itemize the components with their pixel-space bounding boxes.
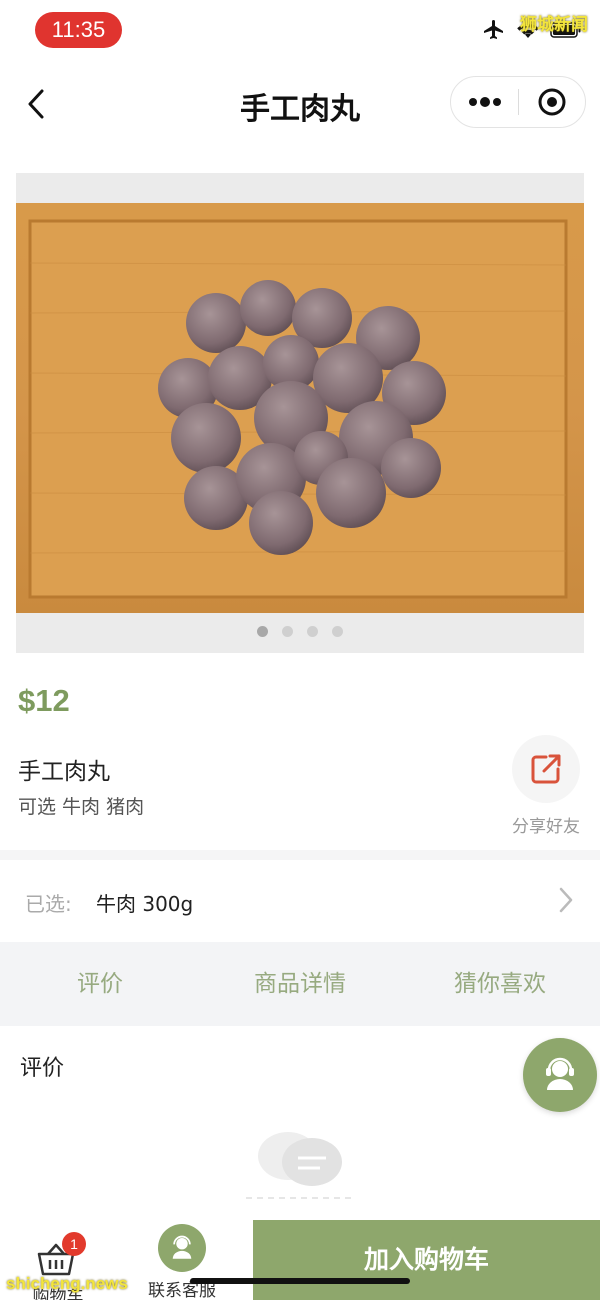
- airplane-icon: [484, 20, 503, 39]
- spec-selection-row[interactable]: 已选: 牛肉 300g: [0, 860, 600, 940]
- carousel-dot[interactable]: [307, 626, 318, 637]
- carousel-dot[interactable]: [332, 626, 343, 637]
- status-bar: 11:35 狮城新闻: [0, 0, 600, 62]
- carousel-dot[interactable]: [257, 626, 268, 637]
- cart-count-badge: 1: [62, 1232, 86, 1256]
- product-options: 可选 牛肉 猪肉: [18, 796, 145, 818]
- tab-product-details[interactable]: 商品详情: [200, 942, 400, 1026]
- more-dots-icon: [468, 97, 501, 107]
- status-time: 11:35: [35, 12, 122, 48]
- add-to-cart-button[interactable]: 加入购物车: [253, 1220, 600, 1300]
- tab-reviews[interactable]: 评价: [0, 942, 200, 1026]
- nav-bar: 手工肉丸: [0, 62, 600, 146]
- chevron-right-icon: [559, 887, 573, 913]
- close-miniprogram-button[interactable]: [519, 76, 585, 128]
- customer-service-float-button[interactable]: [523, 1038, 597, 1112]
- reviews-section-title: 评价: [20, 1056, 65, 1081]
- contact-service-button[interactable]: 联系客服: [140, 1224, 224, 1300]
- content-tab-bar: 评价 商品详情 猜你喜欢: [0, 942, 600, 1026]
- share-icon: [531, 754, 561, 784]
- watermark-bottom: shicheng.news: [6, 1274, 128, 1293]
- tab-recommendations[interactable]: 猜你喜欢: [400, 942, 600, 1026]
- selected-label: 已选:: [25, 892, 72, 916]
- share-label[interactable]: 分享好友: [500, 812, 592, 837]
- target-close-icon: [538, 88, 566, 116]
- product-photo: [16, 173, 584, 653]
- headset-user-icon: [158, 1224, 206, 1272]
- share-button[interactable]: [512, 735, 580, 803]
- selected-value: 牛肉 300g: [96, 892, 194, 916]
- more-button[interactable]: [451, 76, 518, 128]
- miniprogram-capsule: [450, 76, 586, 128]
- carousel-dots: [16, 626, 584, 637]
- empty-reviews-icon: [246, 1132, 356, 1199]
- section-divider: [0, 850, 600, 860]
- headset-user-icon: [546, 1057, 574, 1090]
- home-indicator[interactable]: [190, 1278, 410, 1284]
- carousel-dot[interactable]: [282, 626, 293, 637]
- product-image-carousel[interactable]: [16, 173, 584, 653]
- watermark-top: 狮城新闻: [520, 15, 588, 35]
- product-price: $12: [18, 683, 70, 718]
- product-name: 手工肉丸: [18, 759, 110, 785]
